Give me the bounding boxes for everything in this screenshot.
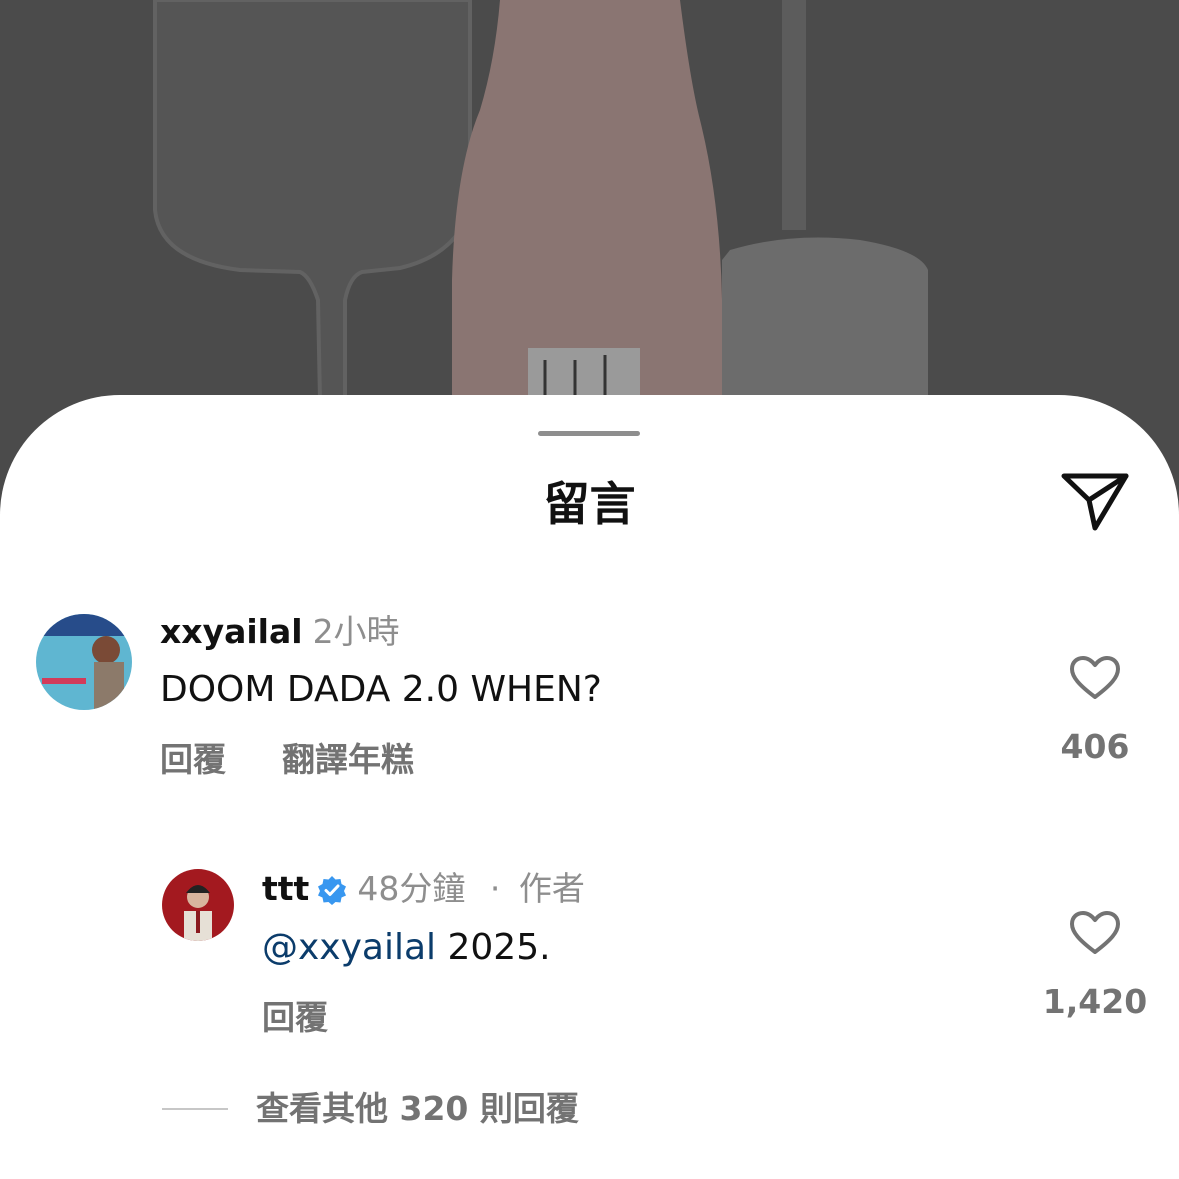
- translate-button[interactable]: 翻譯年糕: [282, 740, 414, 780]
- reply-button[interactable]: 回覆: [160, 740, 226, 780]
- avatar[interactable]: [162, 869, 234, 941]
- view-replies-line: [162, 1108, 228, 1110]
- meta-separator: ·: [489, 869, 501, 908]
- mention-link[interactable]: @xxyailal: [262, 927, 436, 968]
- comment-meta: xxyailal 2小時: [160, 612, 400, 652]
- share-send-icon[interactable]: [1058, 470, 1132, 534]
- avatar[interactable]: [36, 614, 132, 710]
- sheet-title: 留言: [543, 477, 636, 531]
- reply-meta: ttt 48分鐘 · 作者: [262, 869, 585, 909]
- like-count: 1,420: [1042, 982, 1148, 1021]
- reply-text: @xxyailal 2025.: [262, 925, 551, 971]
- reply-time: 48分鐘: [357, 869, 466, 908]
- comment-username[interactable]: xxyailal: [160, 612, 303, 651]
- reply-username[interactable]: ttt: [262, 869, 309, 908]
- comment-time: 2小時: [312, 612, 400, 651]
- post-image-backdrop: [0, 0, 1179, 460]
- heart-icon[interactable]: [1069, 655, 1121, 701]
- sheet-drag-handle[interactable]: [538, 431, 640, 436]
- reply-button[interactable]: 回覆: [262, 998, 328, 1038]
- like-count: 406: [1060, 727, 1130, 766]
- reply-body: 2025.: [436, 927, 551, 968]
- author-label: 作者: [518, 869, 585, 908]
- comment-text: DOOM DADA 2.0 WHEN?: [160, 669, 602, 710]
- view-more-replies-button[interactable]: 查看其他 320 則回覆: [256, 1089, 579, 1129]
- verified-badge-icon: [318, 876, 347, 905]
- heart-icon[interactable]: [1069, 910, 1121, 956]
